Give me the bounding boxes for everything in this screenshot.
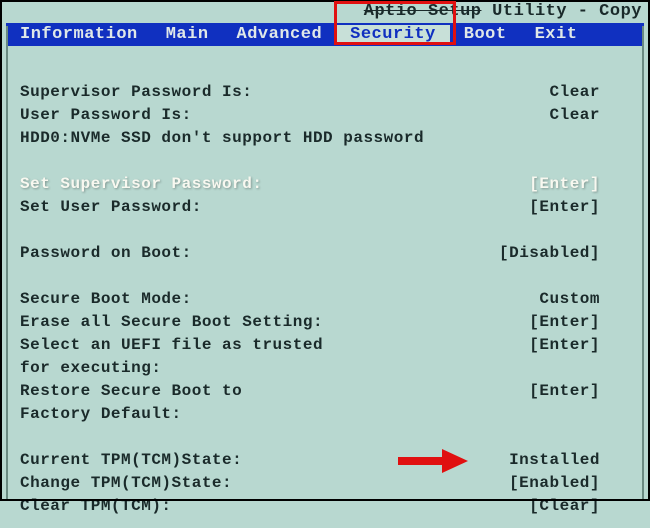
restore-secure-boot-label-2: Factory Default: bbox=[20, 403, 182, 426]
utility-title: Aptio Setup Utility - Copy bbox=[0, 0, 650, 21]
secure-boot-mode-label: Secure Boot Mode: bbox=[20, 288, 192, 311]
clear-tpm[interactable]: Clear TPM(TCM): [Clear] bbox=[20, 495, 630, 518]
menu-bar: Information Main Advanced Security Boot … bbox=[6, 23, 644, 46]
bios-content: Supervisor Password Is: Clear User Passw… bbox=[0, 46, 650, 528]
password-on-boot-label: Password on Boot: bbox=[20, 242, 192, 265]
secure-boot-mode[interactable]: Secure Boot Mode: Custom bbox=[20, 288, 630, 311]
user-password-value: Clear bbox=[549, 104, 630, 127]
clear-tpm-value: [Clear] bbox=[529, 495, 630, 518]
tab-information[interactable]: Information bbox=[6, 25, 152, 44]
set-supervisor-password-value: [Enter] bbox=[529, 173, 630, 196]
password-on-boot[interactable]: Password on Boot: [Disabled] bbox=[20, 242, 630, 265]
tab-main[interactable]: Main bbox=[152, 25, 223, 44]
erase-secure-boot-value: [Enter] bbox=[529, 311, 630, 334]
set-user-password-label: Set User Password: bbox=[20, 196, 202, 219]
set-supervisor-password-label: Set Supervisor Password: bbox=[20, 173, 262, 196]
restore-secure-boot-value: [Enter] bbox=[529, 380, 630, 403]
select-uefi-file-label-1: Select an UEFI file as trusted bbox=[20, 334, 323, 357]
select-uefi-file[interactable]: Select an UEFI file as trusted [Enter] bbox=[20, 334, 630, 357]
change-tpm-state-label: Change TPM(TCM)State: bbox=[20, 472, 232, 495]
tab-advanced[interactable]: Advanced bbox=[223, 25, 337, 44]
current-tpm-state-label: Current TPM(TCM)State: bbox=[20, 449, 242, 472]
tab-boot[interactable]: Boot bbox=[450, 25, 521, 44]
change-tpm-state[interactable]: Change TPM(TCM)State: [Enabled] bbox=[20, 472, 630, 495]
select-uefi-file-label-2: for executing: bbox=[20, 357, 161, 380]
restore-secure-boot-label-1: Restore Secure Boot to bbox=[20, 380, 242, 403]
supervisor-password-value: Clear bbox=[549, 81, 630, 104]
select-uefi-file-cont: for executing: bbox=[20, 357, 630, 380]
select-uefi-file-value: [Enter] bbox=[529, 334, 630, 357]
user-password-label: User Password Is: bbox=[20, 104, 192, 127]
tab-exit[interactable]: Exit bbox=[521, 25, 592, 44]
supervisor-password-row: Supervisor Password Is: Clear bbox=[20, 81, 630, 104]
erase-secure-boot-label: Erase all Secure Boot Setting: bbox=[20, 311, 323, 334]
tab-security[interactable]: Security bbox=[336, 25, 450, 44]
arrow-icon bbox=[398, 449, 468, 473]
user-password-row: User Password Is: Clear bbox=[20, 104, 630, 127]
supervisor-password-label: Supervisor Password Is: bbox=[20, 81, 252, 104]
set-supervisor-password[interactable]: Set Supervisor Password: [Enter] bbox=[20, 173, 630, 196]
change-tpm-state-value: [Enabled] bbox=[509, 472, 630, 495]
current-tpm-state-value: Installed bbox=[509, 449, 630, 472]
restore-secure-boot[interactable]: Restore Secure Boot to [Enter] bbox=[20, 380, 630, 403]
restore-secure-boot-cont: Factory Default: bbox=[20, 403, 630, 426]
set-user-password[interactable]: Set User Password: [Enter] bbox=[20, 196, 630, 219]
current-tpm-state: Current TPM(TCM)State: Installed bbox=[20, 449, 630, 472]
clear-tpm-label: Clear TPM(TCM): bbox=[20, 495, 172, 518]
password-on-boot-value: [Disabled] bbox=[499, 242, 630, 265]
secure-boot-mode-value: Custom bbox=[539, 288, 630, 311]
set-user-password-value: [Enter] bbox=[529, 196, 630, 219]
hdd0-message: HDD0:NVMe SSD don't support HDD password bbox=[20, 127, 630, 150]
erase-secure-boot[interactable]: Erase all Secure Boot Setting: [Enter] bbox=[20, 311, 630, 334]
